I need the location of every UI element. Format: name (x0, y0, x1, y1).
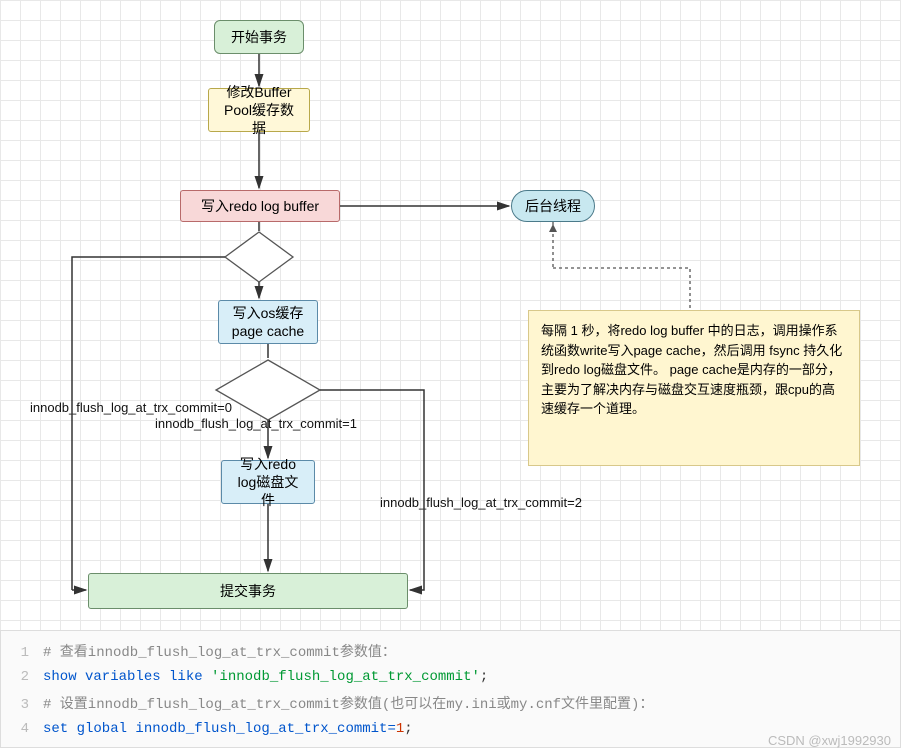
code-comment: # 设置innodb_flush_log_at_trx_commit参数值(也可… (43, 697, 653, 713)
label-commit-2: innodb_flush_log_at_trx_commit=2 (380, 495, 582, 510)
code-keyword: show variables like (43, 669, 211, 685)
gutter: 4 (1, 721, 43, 737)
node-modify-buffer-pool: 修改Buffer Pool缓存数据 (208, 88, 310, 132)
node-write-redo-log-disk: 写入redo log磁盘文件 (221, 460, 315, 504)
code-line-2: 2 show variables like 'innodb_flush_log_… (1, 665, 900, 689)
node-write-redo-log-buffer: 写入redo log buffer (180, 190, 340, 222)
code-line-1: 1 # 查看innodb_flush_log_at_trx_commit参数值： (1, 637, 900, 665)
code-punct: ; (480, 669, 488, 685)
code-keyword: set global innodb_flush_log_at_trx_commi… (43, 721, 396, 737)
code-number: 1 (396, 721, 404, 737)
flow-diagram: 开始事务 修改Buffer Pool缓存数据 写入redo log buffer… (0, 0, 901, 630)
label-commit-1: innodb_flush_log_at_trx_commit=1 (155, 416, 357, 431)
watermark: CSDN @xwj1992930 (768, 733, 891, 748)
label-commit-0: innodb_flush_log_at_trx_commit=0 (30, 400, 232, 415)
code-string: 'innodb_flush_log_at_trx_commit' (211, 669, 480, 685)
code-comment: # 查看innodb_flush_log_at_trx_commit参数值： (43, 645, 396, 661)
gutter: 2 (1, 669, 43, 685)
gutter: 1 (1, 645, 43, 661)
gutter: 3 (1, 697, 43, 713)
code-punct: ; (404, 721, 412, 737)
code-line-3: 3 # 设置innodb_flush_log_at_trx_commit参数值(… (1, 689, 900, 717)
node-background-thread: 后台线程 (511, 190, 595, 222)
node-commit-transaction: 提交事务 (88, 573, 408, 609)
node-start-transaction: 开始事务 (214, 20, 304, 54)
code-line-4: 4 set global innodb_flush_log_at_trx_com… (1, 717, 900, 741)
node-write-os-page-cache: 写入os缓存 page cache (218, 300, 318, 344)
annotation-note: 每隔 1 秒，将redo log buffer 中的日志，调用操作系统函数wri… (528, 310, 860, 466)
code-block: 1 # 查看innodb_flush_log_at_trx_commit参数值：… (0, 630, 901, 748)
